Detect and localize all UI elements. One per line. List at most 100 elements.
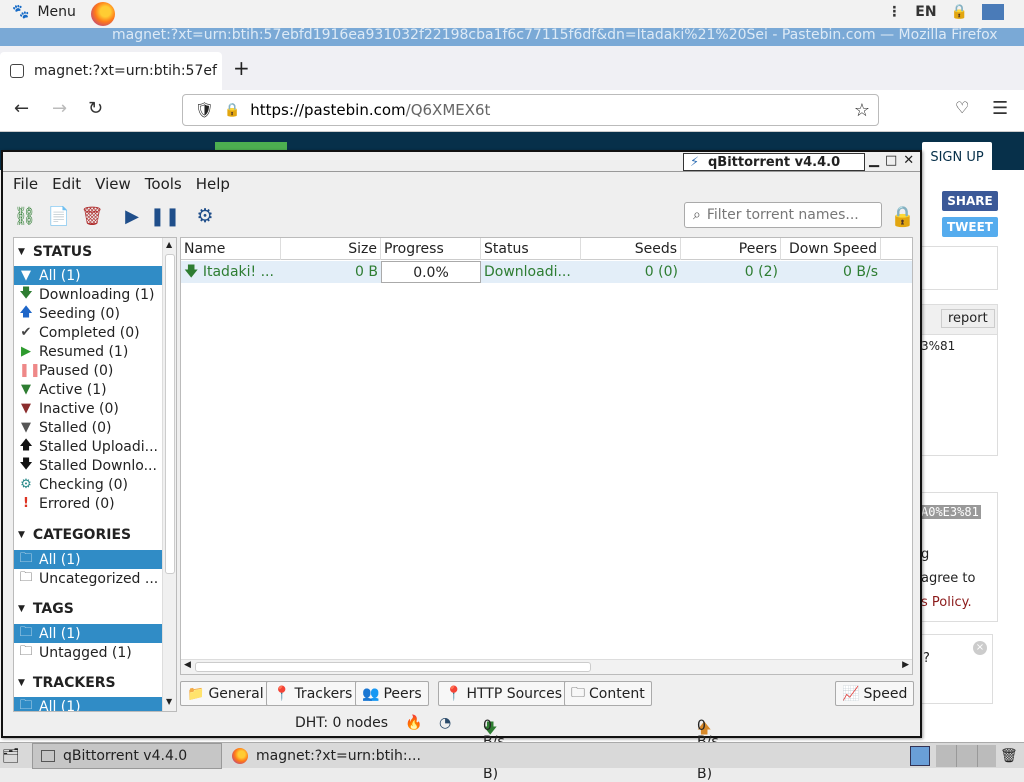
status-item[interactable]: ▼ Active (1) bbox=[14, 380, 162, 399]
tab-general[interactable]: 📁 General bbox=[180, 681, 271, 706]
hamburger-menu-icon[interactable]: ☰ bbox=[992, 98, 1008, 119]
minimize-icon[interactable]: ▁ bbox=[869, 152, 879, 170]
tab-content[interactable]: 🗀 Content bbox=[564, 681, 652, 706]
menu-button[interactable]: 🐾 Menu bbox=[12, 4, 76, 20]
progress-bar: 0.0% bbox=[381, 261, 481, 283]
paste-snippet: 3%81 bbox=[921, 339, 956, 353]
pocket-icon[interactable]: ♡ bbox=[955, 98, 969, 117]
report-button[interactable]: report bbox=[941, 309, 995, 328]
lock-icon[interactable]: 🔒 bbox=[890, 204, 915, 228]
filter-torrent-input[interactable]: ⌕ Filter torrent names... bbox=[684, 202, 882, 228]
resume-icon[interactable]: ▶ bbox=[118, 202, 146, 230]
table-row[interactable]: 🡇 Itadaki! ... 0 B 0.0% Downloadi... 0 (… bbox=[181, 261, 912, 283]
tracker-item-all[interactable]: 🗀 All (1) bbox=[14, 697, 162, 711]
tag-item-all[interactable]: 🗀 All (1) bbox=[14, 624, 162, 643]
workspace-1-icon[interactable] bbox=[910, 743, 934, 769]
status-item[interactable]: ❚❚ Paused (0) bbox=[14, 361, 162, 380]
close-window-icon[interactable]: ✕ bbox=[903, 152, 914, 170]
status-item[interactable]: 🡇 Downloading (1) bbox=[14, 285, 162, 304]
workspace-switcher[interactable] bbox=[936, 743, 996, 769]
firefox-launcher-icon[interactable] bbox=[91, 2, 115, 26]
tab-peers[interactable]: 👥 Peers bbox=[355, 681, 429, 706]
forward-arrow-icon[interactable]: → bbox=[52, 98, 67, 119]
search-icon: ⌕ bbox=[693, 207, 701, 223]
speed-limit-gauge-icon[interactable]: ◔ bbox=[439, 715, 451, 731]
status-item-label: Paused (0) bbox=[39, 362, 114, 379]
tab-http-sources[interactable]: 📍 HTTP Sources bbox=[438, 681, 570, 706]
sign-up-button[interactable]: SIGN UP bbox=[922, 142, 992, 172]
maximize-icon[interactable]: □ bbox=[885, 152, 897, 170]
status-item[interactable]: 🡅 Stalled Uploadi... bbox=[14, 437, 162, 456]
panel-tray: ⋮ EN 🔒 bbox=[887, 4, 1004, 20]
status-item[interactable]: ✔ Completed (0) bbox=[14, 323, 162, 342]
reload-icon[interactable]: ↻ bbox=[88, 98, 103, 119]
padlock-icon[interactable]: 🔒 bbox=[224, 103, 240, 118]
column-progress[interactable]: Progress bbox=[381, 238, 481, 260]
sidebar-scrollbar[interactable]: ▲ ▼ bbox=[162, 238, 176, 711]
menu-edit[interactable]: Edit bbox=[52, 175, 81, 193]
category-item-all[interactable]: 🗀 All (1) bbox=[14, 550, 162, 569]
menu-help[interactable]: Help bbox=[196, 175, 230, 193]
show-desktop-icon[interactable]: 🗂 bbox=[0, 743, 28, 769]
url-bar[interactable]: 🛡 🔒 https://pastebin.com/Q6XMEX6t ☆ bbox=[182, 94, 879, 126]
status-item[interactable]: ▼ All (1) bbox=[14, 266, 162, 285]
column-name[interactable]: Name bbox=[181, 238, 281, 260]
status-item[interactable]: 🡇 Stalled Downlo... bbox=[14, 456, 162, 475]
column-peers[interactable]: Peers bbox=[681, 238, 781, 260]
task-firefox[interactable]: magnet:?xt=urn:btih:... bbox=[224, 743, 424, 769]
bookmark-star-icon[interactable]: ☆ bbox=[854, 100, 870, 121]
trackers-section-header[interactable]: ▼ TRACKERS bbox=[18, 675, 116, 691]
status-item[interactable]: ▼ Stalled (0) bbox=[14, 418, 162, 437]
kebab-menu-icon[interactable]: ⋮ bbox=[887, 4, 901, 20]
browser-tab[interactable]: magnet:?xt=urn:btih:57ef bbox=[0, 52, 222, 90]
window-title: magnet:?xt=urn:btih:57ebfd1916ea931032f2… bbox=[112, 28, 998, 43]
menu-tools[interactable]: Tools bbox=[145, 175, 182, 193]
options-gear-icon[interactable]: ⚙ bbox=[191, 202, 219, 230]
status-item[interactable]: 🡅 Seeding (0) bbox=[14, 304, 162, 323]
column-down-speed[interactable]: Down Speed bbox=[781, 238, 881, 260]
status-item[interactable]: ▶ Resumed (1) bbox=[14, 342, 162, 361]
delete-torrent-icon[interactable]: 🗑 bbox=[78, 202, 106, 230]
status-item[interactable]: ▼ Inactive (0) bbox=[14, 399, 162, 418]
network-icon[interactable] bbox=[982, 4, 1004, 20]
check-icon: ✔ bbox=[20, 325, 32, 340]
trash-icon[interactable]: 🗑 bbox=[1000, 743, 1024, 769]
torrent-name-cell: 🡇 Itadaki! ... bbox=[184, 264, 274, 280]
language-indicator[interactable]: EN bbox=[915, 4, 936, 20]
category-item-uncategorized[interactable]: 🗀 Uncategorized ... bbox=[14, 569, 162, 588]
connection-status-icon[interactable]: 🔥 bbox=[405, 715, 422, 731]
shield-icon[interactable]: 🛡 bbox=[195, 101, 214, 119]
tab-trackers[interactable]: 📍 Trackers bbox=[266, 681, 360, 706]
scrollbar-thumb[interactable] bbox=[195, 662, 591, 672]
add-torrent-link-icon[interactable]: ⛓ bbox=[11, 202, 39, 230]
tweet-button[interactable]: TWEET bbox=[942, 217, 998, 237]
categories-section-header[interactable]: ▼ CATEGORIES bbox=[18, 527, 131, 543]
tab-speed[interactable]: 📈 Speed bbox=[835, 681, 915, 706]
column-size[interactable]: Size bbox=[281, 238, 381, 260]
close-icon[interactable]: × bbox=[973, 641, 987, 655]
url-path: /Q6XMEX6t bbox=[405, 101, 491, 119]
column-seeds[interactable]: Seeds bbox=[581, 238, 681, 260]
pause-icon[interactable]: ❚❚ bbox=[150, 202, 180, 230]
back-arrow-icon[interactable]: ← bbox=[14, 98, 29, 119]
status-item[interactable]: ! Errored (0) bbox=[14, 494, 162, 513]
menu-view[interactable]: View bbox=[95, 175, 131, 193]
column-status[interactable]: Status bbox=[481, 238, 581, 260]
status-item[interactable]: ⚙ Checking (0) bbox=[14, 475, 162, 494]
torrent-status-cell: Downloadi... bbox=[484, 264, 571, 280]
new-tab-plus-icon[interactable]: + bbox=[233, 56, 250, 80]
status-section-header[interactable]: ▼ STATUS bbox=[18, 244, 92, 260]
qbittorrent-app-icon: ⚡ bbox=[690, 154, 700, 170]
share-button[interactable]: SHARE bbox=[942, 191, 998, 211]
task-qbittorrent[interactable]: qBittorrent v4.4.0 bbox=[32, 743, 222, 769]
http-sources-icon: 📍 bbox=[445, 685, 463, 702]
policy-link[interactable]: s Policy. bbox=[921, 595, 972, 610]
scrollbar-thumb[interactable] bbox=[165, 254, 175, 574]
add-torrent-file-icon[interactable]: 📄 bbox=[45, 202, 73, 230]
table-horizontal-scrollbar[interactable]: ◀ ▶ bbox=[181, 659, 912, 674]
lock-icon[interactable]: 🔒 bbox=[951, 4, 968, 20]
tags-section-header[interactable]: ▼ TAGS bbox=[18, 601, 74, 617]
tag-item-untagged[interactable]: 🗀 Untagged (1) bbox=[14, 643, 162, 662]
menu-file[interactable]: File bbox=[13, 175, 38, 193]
folder-icon: 🗀 bbox=[19, 624, 33, 640]
